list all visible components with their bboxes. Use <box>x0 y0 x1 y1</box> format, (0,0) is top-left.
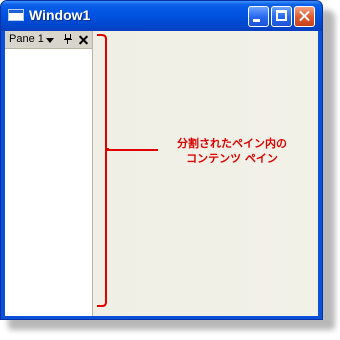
maximize-icon <box>276 10 287 21</box>
close-icon <box>295 7 314 26</box>
window-client-area: Pane 1 <box>5 31 318 316</box>
close-button[interactable] <box>294 6 315 27</box>
annotation-line-2: コンテンツ ペイン <box>186 152 278 165</box>
title-bar[interactable]: Window1 <box>1 1 322 31</box>
maximize-button[interactable] <box>271 6 292 27</box>
content-pane[interactable]: Pane 1 <box>5 31 93 316</box>
minimize-icon <box>253 19 260 22</box>
minimize-button[interactable] <box>248 6 269 27</box>
window-title: Window1 <box>29 7 91 23</box>
annotation-pointer-line <box>106 149 158 151</box>
annotation-line-1: 分割されたペイン内の <box>177 137 287 150</box>
pane-menu-dropdown-icon[interactable] <box>46 38 54 43</box>
annotation-bracket <box>97 34 109 307</box>
pin-icon[interactable] <box>64 34 72 45</box>
pane-title: Pane 1 <box>9 33 44 45</box>
window-icon <box>8 9 24 21</box>
annotation-label: 分割されたペイン内の コンテンツ ペイン <box>156 136 308 166</box>
pane-header[interactable]: Pane 1 <box>5 31 92 49</box>
pane-close-icon[interactable] <box>79 35 88 44</box>
